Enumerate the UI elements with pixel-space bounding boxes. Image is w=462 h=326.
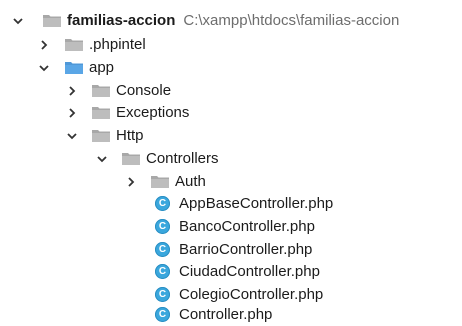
folder-icon	[43, 14, 61, 27]
file-label: BarrioController.php	[179, 241, 313, 258]
tree-node-auth[interactable]: Auth	[125, 170, 206, 193]
file-label: BancoController.php	[179, 218, 315, 235]
tree-node-label: Controllers	[146, 150, 219, 167]
file-label: CiudadController.php	[179, 263, 320, 280]
chevron-right-icon[interactable]	[125, 176, 137, 188]
chevron-right-icon[interactable]	[66, 85, 78, 97]
chevron-down-icon[interactable]	[12, 15, 24, 27]
tree-node-root[interactable]: familias-accion C:\xampp\htdocs\familias…	[12, 9, 399, 32]
chevron-right-icon[interactable]	[38, 39, 50, 51]
tree-node-label: app	[89, 59, 115, 76]
tree-node-label: Console	[116, 82, 172, 99]
folder-icon	[92, 84, 110, 97]
tree-file-item[interactable]: C BancoController.php	[155, 215, 315, 238]
chevron-right-icon[interactable]	[66, 107, 78, 119]
php-class-icon: C	[155, 242, 170, 257]
folder-blue-icon	[65, 61, 83, 74]
tree-node-console[interactable]: Console	[66, 79, 171, 102]
tree-node-label: Http	[116, 127, 144, 144]
folder-icon	[92, 106, 110, 119]
tree-node-exceptions[interactable]: Exceptions	[66, 101, 189, 124]
php-class-icon: C	[155, 196, 170, 211]
folder-icon	[151, 175, 169, 188]
project-name: familias-accion	[67, 12, 176, 29]
chevron-down-icon[interactable]	[96, 153, 108, 165]
tree-file-item[interactable]: C BarrioController.php	[155, 238, 312, 261]
tree-node-app[interactable]: app	[38, 56, 114, 79]
file-label: Controller.php	[179, 306, 273, 323]
tree-file-item[interactable]: C Controller.php	[155, 303, 272, 326]
folder-icon	[92, 129, 110, 142]
folder-icon	[122, 152, 140, 165]
tree-node-http[interactable]: Http	[66, 124, 144, 147]
tree-file-item[interactable]: C CiudadController.php	[155, 260, 320, 283]
tree-node-label: .phpintel	[89, 36, 146, 53]
tree-node-label: Auth	[175, 173, 206, 190]
project-tree: familias-accion C:\xampp\htdocs\familias…	[0, 0, 462, 323]
php-class-icon: C	[155, 264, 170, 279]
chevron-down-icon[interactable]	[66, 130, 78, 142]
file-label: AppBaseController.php	[179, 195, 334, 212]
tree-node-controllers[interactable]: Controllers	[96, 147, 219, 170]
tree-node-label: Exceptions	[116, 104, 190, 121]
folder-icon	[65, 38, 83, 51]
php-class-icon: C	[155, 287, 170, 302]
project-path: C:\xampp\htdocs\familias-accion	[183, 12, 400, 29]
tree-file-item[interactable]: C AppBaseController.php	[155, 192, 333, 215]
php-class-icon: C	[155, 219, 170, 234]
chevron-down-icon[interactable]	[38, 62, 50, 74]
tree-node-phpintel[interactable]: .phpintel	[38, 33, 146, 56]
php-class-icon: C	[155, 307, 170, 322]
